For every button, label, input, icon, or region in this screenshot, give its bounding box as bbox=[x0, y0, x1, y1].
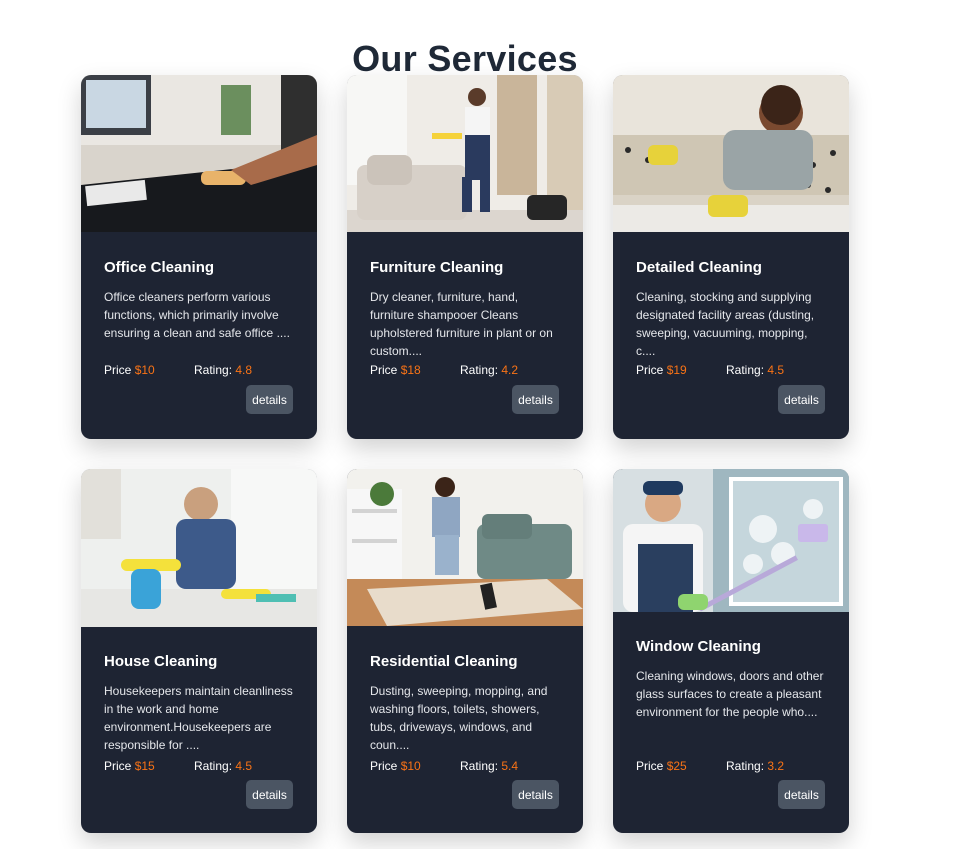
card-description: Dry cleaner, furniture, hand, furniture … bbox=[370, 290, 553, 358]
card-description: Cleaning, stocking and supplying designa… bbox=[636, 290, 815, 358]
details-button[interactable]: details bbox=[778, 780, 825, 809]
card-title: Detailed Cleaning bbox=[636, 259, 762, 276]
details-button[interactable]: details bbox=[512, 385, 559, 414]
price: Price $10 bbox=[104, 363, 155, 377]
card-title: House Cleaning bbox=[104, 653, 218, 670]
price-value: $10 bbox=[134, 363, 155, 377]
card-title: Residential Cleaning bbox=[370, 653, 518, 670]
detailed-cleaning-photo bbox=[613, 75, 849, 232]
card-title: Window Cleaning bbox=[636, 638, 761, 655]
details-button[interactable]: details bbox=[246, 385, 293, 414]
rating: Rating: 4.2 bbox=[460, 363, 519, 377]
price-value: $25 bbox=[666, 759, 687, 773]
card-title: Furniture Cleaning bbox=[370, 259, 504, 276]
furniture-cleaning-photo bbox=[347, 75, 583, 232]
details-button[interactable]: details bbox=[512, 780, 559, 809]
rating: Rating: 4.5 bbox=[726, 363, 785, 377]
window-cleaning-photo bbox=[613, 469, 849, 612]
price: Price $10 bbox=[370, 759, 421, 773]
details-button[interactable]: details bbox=[778, 385, 825, 414]
price: Price $18 bbox=[370, 363, 421, 377]
price-value: $19 bbox=[666, 363, 687, 377]
house-cleaning-photo bbox=[81, 469, 317, 627]
price-value: $10 bbox=[400, 759, 421, 773]
service-card-office-cleaning: Office Cleaning Office cleaners perform … bbox=[81, 75, 317, 439]
rating-value: 4.8 bbox=[235, 363, 253, 377]
price-value: $18 bbox=[400, 363, 421, 377]
service-card-residential-cleaning: Residential Cleaning Dusting, sweeping, … bbox=[347, 469, 583, 833]
card-description: Dusting, sweeping, mopping, and washing … bbox=[370, 684, 548, 752]
page-title: Our Services bbox=[352, 38, 578, 80]
price: Price $15 bbox=[104, 759, 155, 773]
service-card-detailed-cleaning: Detailed Cleaning Cleaning, stocking and… bbox=[613, 75, 849, 439]
rating: Rating: 4.5 bbox=[194, 759, 253, 773]
price-value: $15 bbox=[134, 759, 155, 773]
price: Price $19 bbox=[636, 363, 687, 377]
card-title: Office Cleaning bbox=[104, 259, 215, 276]
rating-value: 3.2 bbox=[767, 759, 785, 773]
rating-value: 5.4 bbox=[501, 759, 519, 773]
rating: Rating: 3.2 bbox=[726, 759, 785, 773]
rating: Rating: 5.4 bbox=[460, 759, 519, 773]
rating-value: 4.2 bbox=[501, 363, 519, 377]
card-description: Cleaning windows, doors and other glass … bbox=[636, 669, 824, 719]
service-card-furniture-cleaning: Furniture Cleaning Dry cleaner, furnitur… bbox=[347, 75, 583, 439]
rating-value: 4.5 bbox=[767, 363, 785, 377]
rating-value: 4.5 bbox=[235, 759, 253, 773]
residential-cleaning-photo bbox=[347, 469, 583, 626]
details-button[interactable]: details bbox=[246, 780, 293, 809]
card-description: Housekeepers maintain cleanliness in the… bbox=[104, 684, 293, 752]
service-card-window-cleaning: Window Cleaning Cleaning windows, doors … bbox=[613, 469, 849, 833]
rating: Rating: 4.8 bbox=[194, 363, 253, 377]
service-card-house-cleaning: House Cleaning Housekeepers maintain cle… bbox=[81, 469, 317, 833]
price: Price $25 bbox=[636, 759, 687, 773]
office-cleaning-photo bbox=[81, 75, 317, 232]
card-description: Office cleaners perform various function… bbox=[104, 290, 290, 340]
